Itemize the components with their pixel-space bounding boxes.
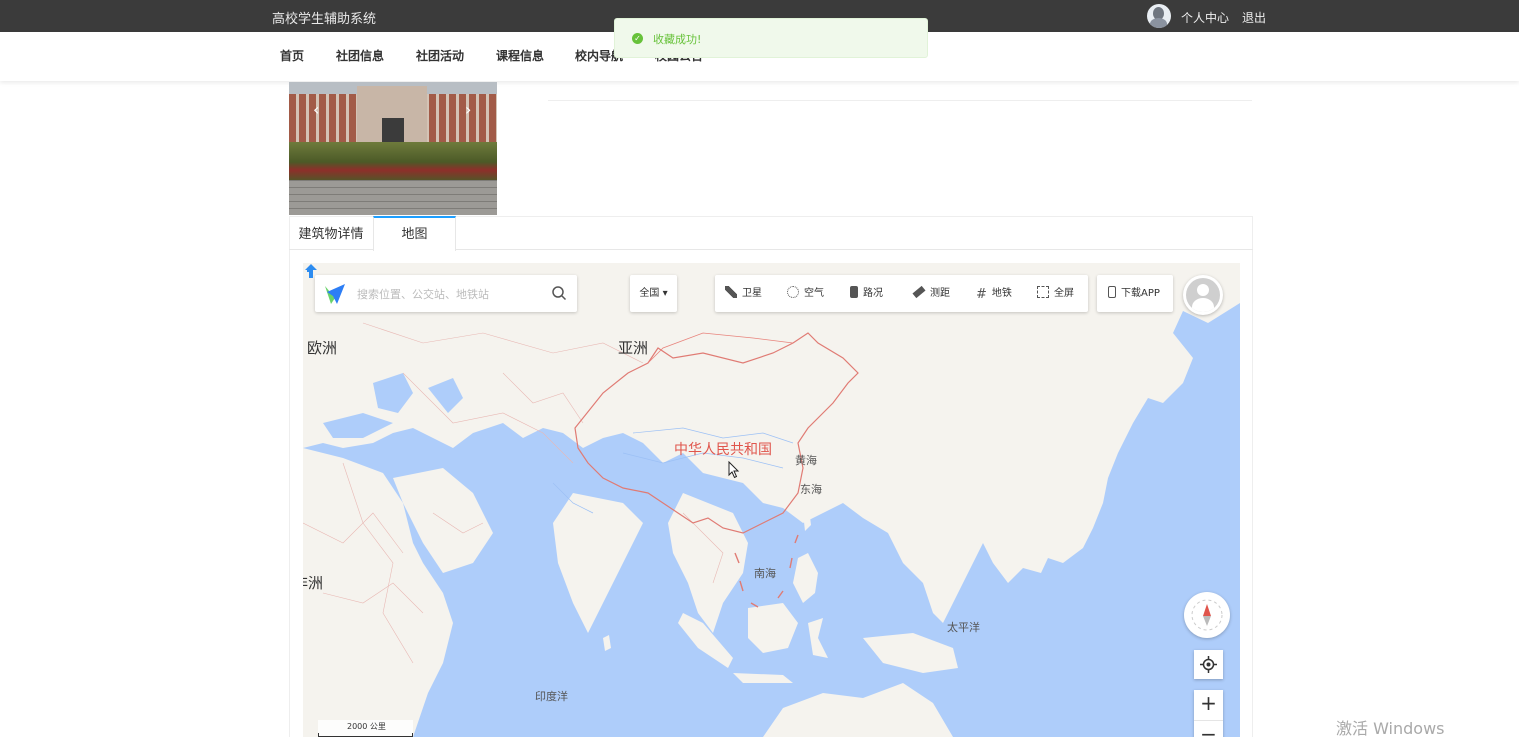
air-quality-icon [787,286,799,298]
carousel-prev-icon[interactable]: ‹ [313,100,319,119]
caret-down-icon: ▾ [662,288,668,299]
zoom-out-button[interactable]: − [1194,720,1223,737]
zoom-control: + − [1194,690,1223,737]
compass-icon [1191,599,1223,631]
tab-map[interactable]: 地图 [373,216,456,251]
subway-icon: # [976,287,987,302]
tab-bar: 建筑物详情 地图 [289,216,1253,251]
app-title: 高校学生辅助系统 [272,12,377,27]
map-label-africa: 非洲 [303,574,324,592]
user-avatar[interactable] [1147,4,1171,28]
search-icon[interactable] [551,285,567,301]
tab-building-details[interactable]: 建筑物详情 [289,216,373,250]
user-center-link[interactable]: 个人中心 [1181,9,1229,26]
map-logo-icon [325,284,345,304]
city-selector-label: 全国 [639,288,660,299]
download-app-button[interactable]: 下载APP [1097,275,1173,312]
traffic-light-icon [850,286,858,298]
map-label-south-sea: 南海 [754,567,776,580]
locate-button[interactable] [1194,650,1223,679]
fullscreen-button[interactable]: 全屏 [1037,275,1074,312]
map-label-yellow-sea: 黄海 [795,454,817,467]
route-icon[interactable] [303,263,319,279]
download-app-label: 下载APP [1121,288,1160,299]
windows-activation-watermark: 激活 Windows [1336,719,1445,738]
map-toolbar: 卫星 空气 路况 测距 # 地铁 全屏 [715,275,1088,312]
map-label-pacific: 太平洋 [947,621,980,634]
map-label-europe: 欧洲 [307,339,338,357]
map-view[interactable]: 欧洲 亚洲 非洲 中华人民共和国 黄海 东海 南海 太平洋 印度洋 全国 ▾ 卫… [303,263,1240,737]
fullscreen-icon [1037,286,1049,298]
nav-item-home[interactable]: 首页 [280,47,304,64]
map-search-input[interactable] [355,283,539,305]
zoom-in-button[interactable]: + [1194,690,1223,719]
check-circle-icon: ✓ [632,33,643,44]
scale-label: 2000 公里 [347,722,386,731]
subway-button[interactable]: # 地铁 [976,275,1012,312]
compass-control[interactable] [1184,592,1230,638]
nav-item-club-info[interactable]: 社团信息 [336,47,384,64]
nav-item-course-info[interactable]: 课程信息 [496,47,544,64]
city-selector[interactable]: 全国 ▾ [630,275,677,312]
map-user-avatar[interactable] [1183,275,1223,315]
map-label-east-sea: 东海 [800,483,822,496]
mouse-cursor-icon [728,461,740,479]
satellite-button[interactable]: 卫星 [725,275,762,312]
map-search-box [315,275,577,312]
air-quality-button[interactable]: 空气 [787,275,824,312]
nav-item-club-activities[interactable]: 社团活动 [416,47,464,64]
locate-icon [1200,656,1217,673]
carousel-next-icon[interactable]: › [465,100,471,119]
phone-icon [1108,286,1116,298]
measure-button[interactable]: 测距 [912,275,950,312]
building-photo-carousel[interactable]: ‹ › [289,82,497,215]
divider [548,100,1252,101]
map-label-asia: 亚洲 [618,339,649,357]
map-label-indian-ocean: 印度洋 [535,690,568,703]
map-scale: 2000 公里 [318,720,413,737]
traffic-button[interactable]: 路况 [850,275,883,312]
toast-message: 收藏成功! [653,33,702,46]
satellite-icon [725,286,737,298]
logout-link[interactable]: 退出 [1242,9,1266,26]
map-label-china: 中华人民共和国 [674,442,772,458]
map-canvas [303,263,1240,737]
success-toast: ✓ 收藏成功! [614,18,928,58]
ruler-icon [912,285,926,299]
